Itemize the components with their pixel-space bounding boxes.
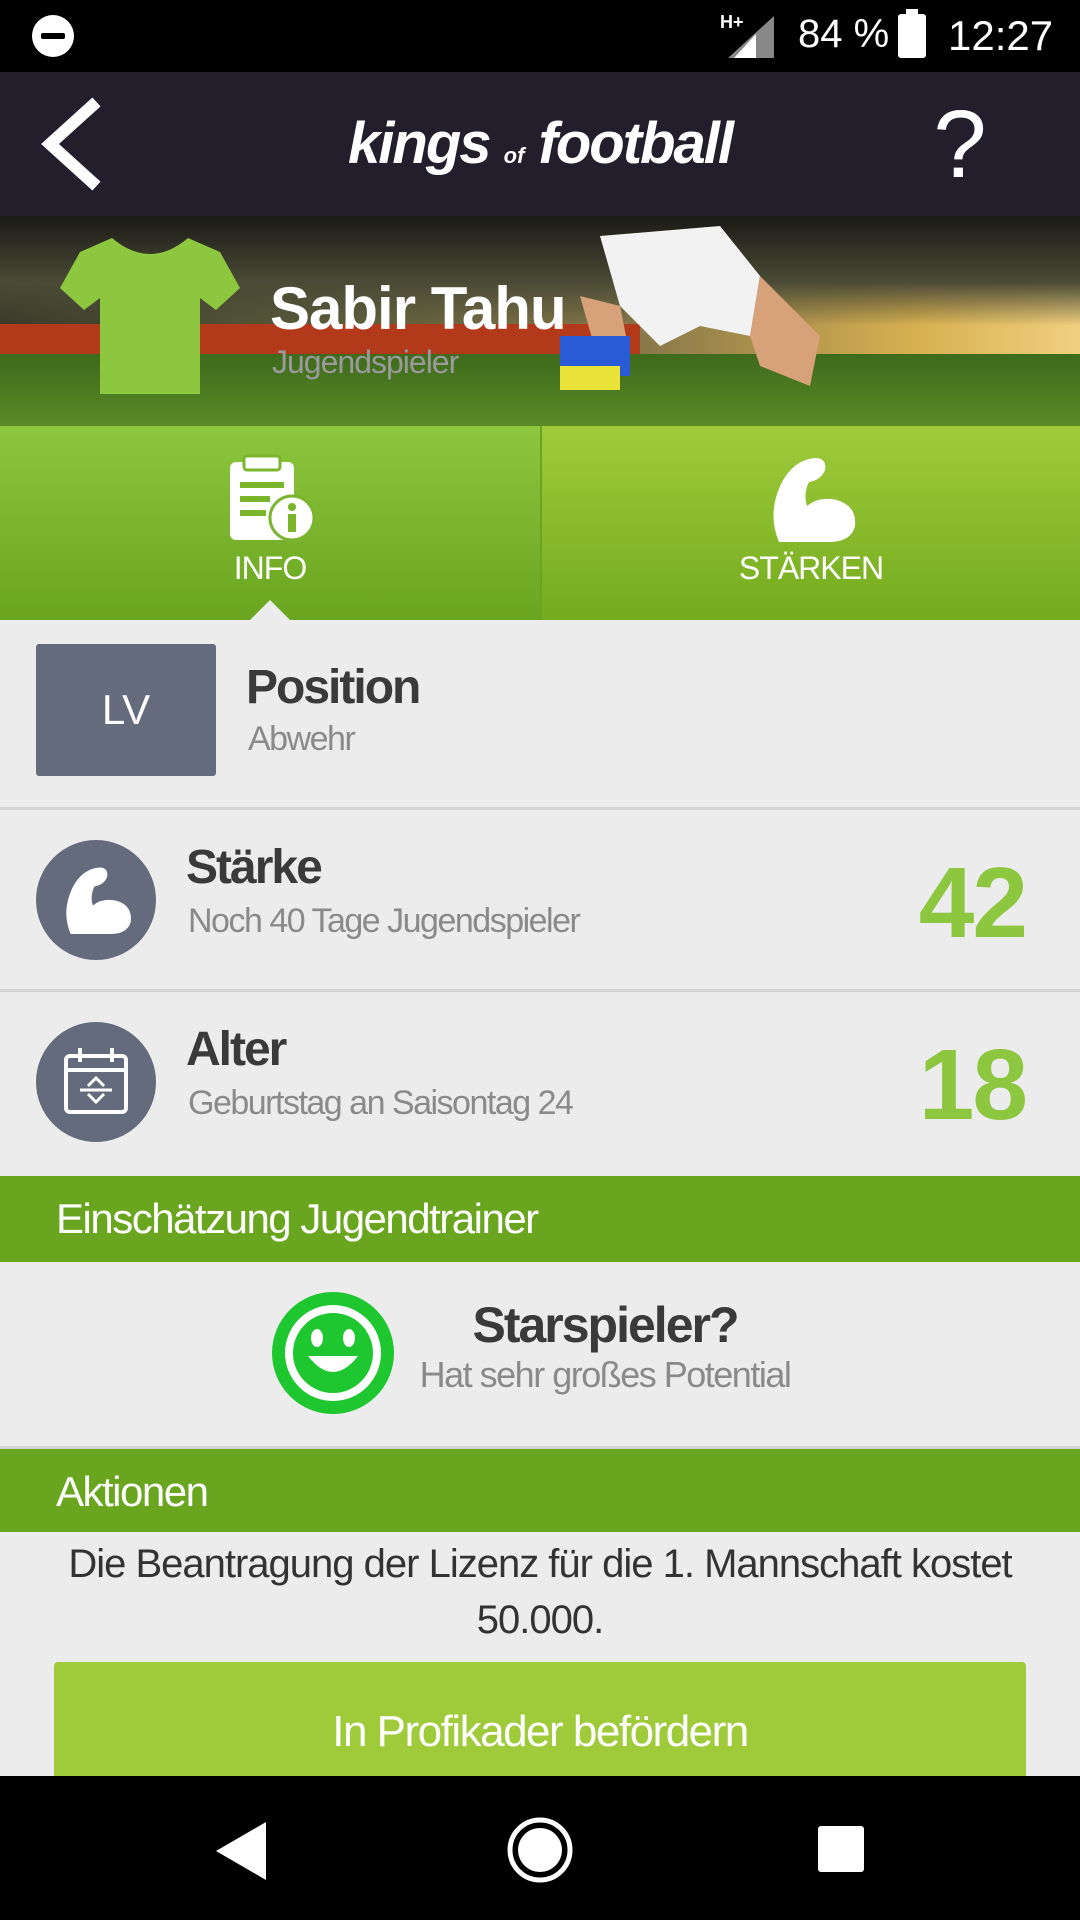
smiley-icon	[272, 1292, 394, 1414]
age-row: Alter Geburtstag an Saisontag 24 18	[0, 992, 1080, 1176]
flexed-arm-icon	[773, 458, 856, 542]
player-hero: Sabir Tahu Jugendspieler	[0, 216, 1080, 426]
position-badge: LV	[36, 644, 216, 776]
assessment-subtitle: Hat sehr großes Potential	[419, 1354, 792, 1395]
shirt-icon	[60, 238, 240, 394]
player-status: Jugendspieler	[272, 344, 459, 380]
logo-of: of	[503, 143, 525, 168]
help-button[interactable]: ?	[920, 90, 1000, 200]
flexed-arm-icon	[66, 867, 131, 935]
position-row: LV Position Abwehr	[0, 620, 1080, 810]
strength-icon-circle	[36, 840, 156, 960]
strength-subtitle: Noch 40 Tage Jugendspieler	[188, 902, 581, 940]
do-not-disturb-icon	[32, 15, 74, 57]
tab-bar: INFO STÄRKEN	[0, 426, 1080, 620]
active-tab-pointer	[250, 600, 290, 620]
nav-back-icon[interactable]	[208, 1816, 278, 1886]
license-cost-text: Die Beantragung der Lizenz für die 1. Ma…	[68, 1542, 1012, 1642]
age-value: 18	[918, 1029, 1028, 1141]
tab-info[interactable]: INFO	[0, 426, 540, 620]
strength-value: 42	[918, 847, 1028, 959]
logo-kings: kings	[348, 111, 491, 176]
nav-recents-icon[interactable]	[818, 1826, 864, 1872]
battery-percentage: 84 %	[798, 12, 890, 56]
age-subtitle: Geburtstag an Saisontag 24	[188, 1084, 574, 1122]
actions-header: Aktionen	[0, 1446, 1080, 1532]
assessment-header: Einschätzung Jugendtrainer	[0, 1176, 1080, 1262]
player-name: Sabir Tahu	[270, 275, 567, 342]
logo-football: football	[538, 111, 734, 176]
position-title: Position	[246, 661, 421, 714]
clock: 12:27	[948, 12, 1054, 59]
position-subtitle: Abwehr	[248, 720, 356, 758]
calendar-icon	[64, 1048, 128, 1114]
app-logo: kings of football	[0, 110, 1080, 177]
hero-player-image	[560, 226, 820, 390]
app-bar: kings of football ?	[0, 72, 1080, 216]
tab-staerken-label: STÄRKEN	[738, 550, 884, 586]
nav-home-icon[interactable]	[506, 1816, 574, 1884]
promote-to-pro-button[interactable]: In Profikader befördern	[54, 1662, 1026, 1782]
age-title: Alter	[186, 1023, 287, 1076]
info-document-icon	[230, 454, 316, 542]
strength-row: Stärke Noch 40 Tage Jugendspieler 42	[0, 810, 1080, 992]
strength-title: Stärke	[186, 841, 323, 894]
tab-staerken[interactable]: STÄRKEN	[540, 426, 1080, 620]
signal-icon	[728, 16, 774, 58]
system-nav-bar	[0, 1776, 1080, 1920]
tab-info-label: INFO	[233, 550, 307, 586]
age-icon-circle	[36, 1022, 156, 1142]
battery-icon	[898, 9, 926, 58]
assessment-title: Starspieler?	[472, 1297, 739, 1353]
status-bar: H+ 84 % 12:27	[0, 0, 1080, 72]
